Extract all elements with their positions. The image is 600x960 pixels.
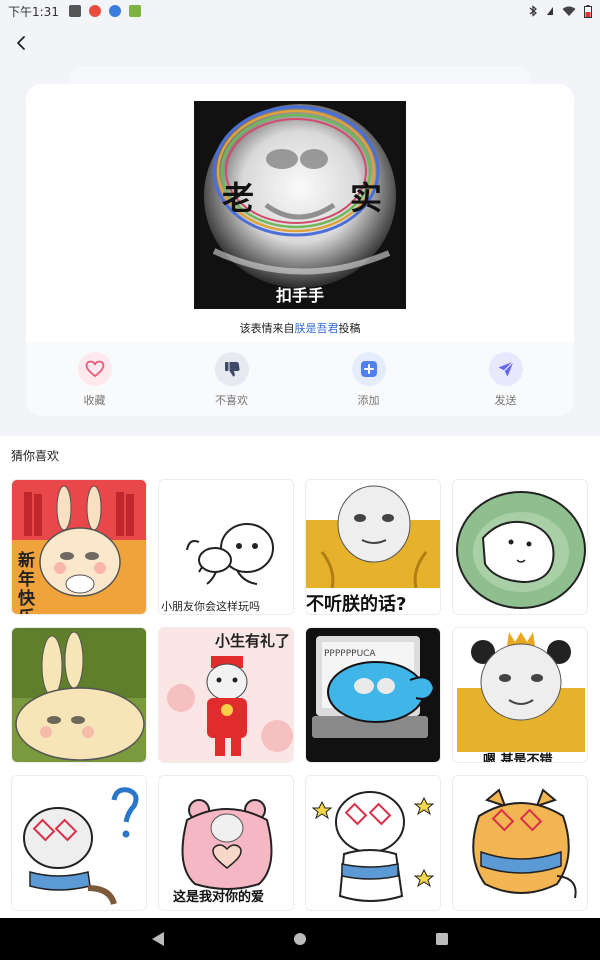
dislike-button[interactable]: 不喜欢 [163, 342, 300, 416]
status-right [528, 4, 592, 18]
sticker-caption: 嗯 甚是不错 [483, 753, 553, 763]
status-time: 下午1:31 [8, 4, 59, 19]
system-nav-bar [0, 918, 600, 960]
nav-recents-button[interactable] [430, 927, 454, 951]
sticker-grid: 新年快乐 小朋友你会这样玩吗 不听朕的话? [11, 479, 589, 911]
gallery-icon [68, 5, 81, 17]
dislike-label: 不喜欢 [215, 394, 248, 407]
signal-icon [547, 7, 553, 15]
sticker-tile[interactable]: 小朋友你会这样玩吗 [158, 479, 294, 615]
sticker-white-dog-image [306, 776, 440, 910]
nav-back-button[interactable] [146, 927, 170, 951]
sticker-caption: 不听朕的话? [306, 594, 407, 615]
svg-text:PPPPPPUCA: PPPPPPUCA [324, 649, 376, 659]
plus-icon [360, 361, 377, 377]
app-notification-icon [88, 5, 101, 17]
sticker-panda-crown-image [453, 628, 587, 762]
sticker-caption: 小生有礼了 [215, 632, 291, 650]
wifi-icon [562, 6, 576, 16]
bluetooth-icon [529, 5, 537, 17]
source-prefix: 该表情来自 [239, 322, 295, 335]
back-button[interactable] [8, 30, 34, 56]
sticker-preview-image: 老 实 扣手手 [194, 101, 406, 309]
sticker-tile[interactable]: 小生有礼了 [158, 627, 294, 763]
sticker-tile[interactable]: 不听朕的话? [305, 479, 441, 615]
source-line: 该表情来自朕是吾君投稿 [26, 320, 574, 336]
sticker-caption: 这是我对你的爱 [173, 890, 265, 905]
source-suffix: 投稿 [338, 322, 361, 335]
sticker-caption: 新年快乐 [18, 551, 35, 615]
top-bar [0, 28, 600, 60]
sticker-laptop-blue-image: PPPPPPUCA [306, 628, 440, 762]
sticker-tile[interactable] [11, 627, 147, 763]
sticker-tile[interactable] [452, 775, 588, 911]
add-button[interactable]: 添加 [300, 342, 437, 416]
action-bar: 收藏 不喜欢 添加 发送 [26, 342, 574, 416]
sticker-tile[interactable]: 新年快乐 [11, 479, 147, 615]
sticker-detail-card: 老 实 扣手手 该表情来自朕是吾君投稿 收藏 不喜欢 添加 发送 [26, 84, 574, 416]
recommend-section: 猜你喜欢 新年快乐 [0, 436, 600, 918]
send-icon [498, 361, 514, 377]
source-author-link[interactable]: 朕是吾君 [295, 322, 339, 335]
sticker-tile[interactable] [11, 775, 147, 911]
sticker-tile[interactable]: PPPPPPUCA [305, 627, 441, 763]
sticker-tile[interactable] [305, 775, 441, 911]
sticker-kid-play-image [159, 480, 293, 614]
sticker-tile[interactable] [452, 479, 588, 615]
send-label: 发送 [494, 394, 517, 407]
nav-recents-icon [436, 933, 448, 945]
sticker-lying-green-image [453, 480, 587, 614]
status-bar: 下午1:31 [0, 0, 600, 22]
dislike-icon-circle [214, 352, 249, 386]
favorite-icon-circle [77, 352, 112, 386]
thumbs-down-icon [224, 362, 240, 377]
sticker-tile[interactable]: 嗯 甚是不错 [452, 627, 588, 763]
preview-text-left: 老 [222, 179, 254, 217]
nav-home-button[interactable] [288, 927, 312, 951]
sticker-caption: 小朋友你会这样玩吗 [161, 600, 260, 613]
sticker-question-cat-image [12, 776, 146, 910]
sticker-orange-cat-image [453, 776, 587, 910]
sticker-tile[interactable]: 这是我对你的爱 [158, 775, 294, 911]
recommend-title: 猜你喜欢 [11, 449, 60, 463]
nav-back-icon [152, 932, 164, 946]
add-icon-circle [351, 352, 386, 386]
send-button[interactable]: 发送 [437, 342, 574, 416]
add-label: 添加 [357, 394, 380, 407]
preview-caption: 扣手手 [276, 286, 324, 305]
preview-text-right: 实 [350, 179, 382, 217]
sticker-rabbit-lying-image [12, 628, 146, 762]
browser-icon [108, 5, 121, 17]
send-icon-circle [488, 352, 523, 386]
battery-icon [584, 4, 592, 18]
android-icon [128, 5, 141, 17]
nav-home-icon [294, 933, 306, 945]
sticker-preview[interactable]: 老 实 扣手手 [194, 101, 406, 309]
favorite-label: 收藏 [83, 394, 106, 407]
chevron-left-icon [17, 36, 25, 50]
heart-icon [85, 360, 104, 378]
favorite-button[interactable]: 收藏 [26, 342, 163, 416]
